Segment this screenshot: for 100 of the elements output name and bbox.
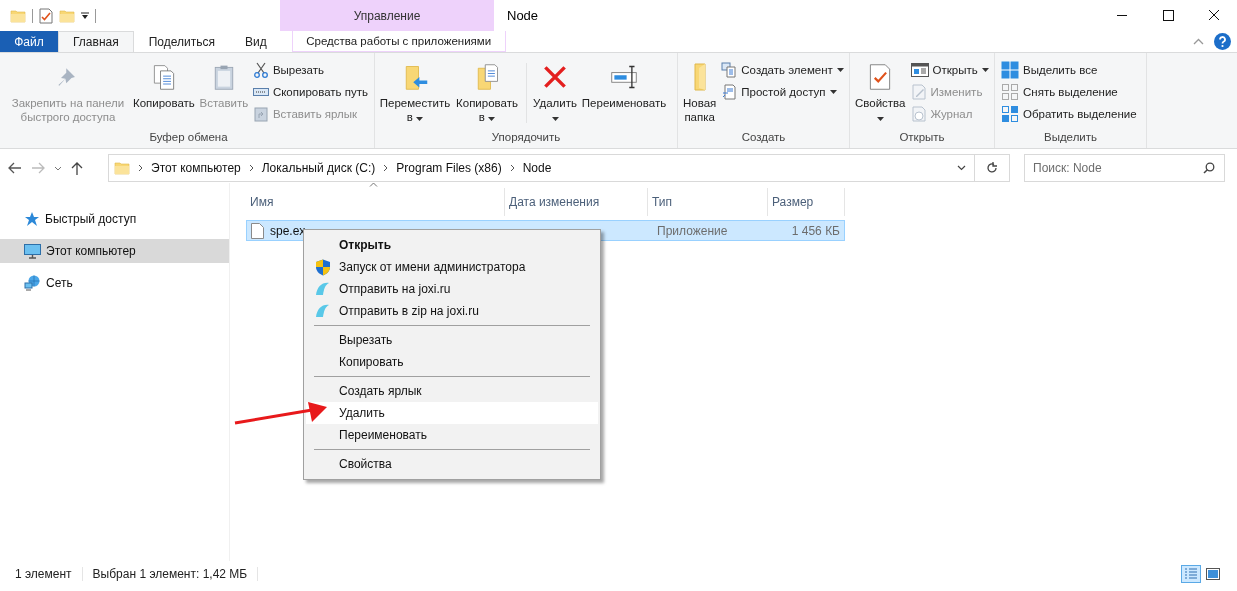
folder-icon — [114, 160, 130, 176]
pencil-document-icon — [910, 83, 927, 100]
ribbon-button[interactable]: Скопировать путь — [250, 82, 370, 101]
dropdown-caret-icon — [836, 67, 844, 72]
column-header[interactable]: Тип — [648, 188, 768, 216]
scissors-icon — [252, 61, 269, 78]
breadcrumb-item[interactable]: Этот компьютер — [151, 161, 241, 175]
ribbon-button[interactable]: Создать элемент — [719, 60, 846, 79]
ribbon-tab[interactable]: Средства работы с приложениями — [291, 31, 506, 52]
status-text: 1 элемент — [15, 567, 83, 581]
menu-item[interactable]: Открыть — [306, 234, 598, 256]
ribbon-tab[interactable]: Главная — [58, 31, 134, 52]
menu-item[interactable]: Создать ярлык — [306, 380, 598, 402]
ribbon-tab[interactable]: Файл — [0, 31, 58, 52]
chevron-icon — [509, 164, 515, 172]
menu-item[interactable]: Переименовать — [306, 424, 598, 446]
checker-grid-icon — [1001, 104, 1019, 123]
ribbon-tab[interactable]: Вид — [229, 31, 282, 52]
dropdown-caret-icon — [829, 89, 837, 94]
group-label: Выделить — [1042, 130, 1099, 145]
folder-icon — [693, 63, 706, 91]
ribbon-button[interactable]: Переименовать — [580, 57, 668, 110]
file-size: 1 456 КБ — [790, 222, 841, 240]
file-name: spe.ex — [270, 223, 306, 238]
bird-icon — [315, 281, 330, 296]
dropdown-caret-icon — [416, 117, 424, 121]
status-text: Выбран 1 элемент: 1,42 МБ — [92, 567, 259, 581]
collapse-ribbon-icon[interactable] — [1193, 38, 1204, 45]
help-icon[interactable] — [1214, 33, 1231, 50]
breadcrumb-item[interactable]: Program Files (x86) — [396, 161, 502, 175]
column-header[interactable]: Дата изменения — [505, 188, 648, 216]
document-icon — [721, 83, 738, 100]
ribbon-button[interactable]: Простой доступ — [719, 82, 846, 101]
back-icon[interactable] — [8, 162, 22, 174]
breadcrumb-item[interactable]: Локальный диск (C:) — [261, 161, 376, 175]
window-title: Node — [507, 8, 540, 23]
new-item-icon — [721, 61, 738, 78]
search-icon[interactable] — [1203, 162, 1215, 174]
star-icon — [24, 211, 40, 227]
recent-caret-icon[interactable] — [54, 165, 62, 171]
dropdown-caret-icon — [551, 117, 559, 121]
menu-item[interactable]: Отправить на joxi.ru — [306, 278, 598, 300]
file-icon — [251, 222, 264, 239]
nav-item[interactable]: Сеть — [0, 271, 229, 295]
column-header[interactable]: Имя — [246, 188, 505, 216]
empty-grid-icon — [1001, 82, 1019, 101]
chevron-icon — [248, 164, 254, 172]
refresh-icon[interactable] — [986, 162, 998, 174]
ribbon-button[interactable]: Переместить в — [379, 57, 451, 124]
customize-caret-icon[interactable] — [81, 11, 89, 20]
computer-icon — [24, 243, 41, 259]
group-label: Буфер обмена — [148, 130, 229, 145]
ribbon-button[interactable]: Удалить — [532, 57, 578, 124]
nav-item[interactable]: Этот компьютер — [0, 239, 229, 263]
address-bar[interactable]: Этот компьютер Локальный диск (C:) Program Files (x86) Node — [108, 154, 1010, 182]
menu-item[interactable]: Вырезать — [306, 329, 598, 351]
ribbon-button[interactable]: Свойства — [854, 57, 907, 124]
menu-item[interactable]: Запуск от имени администратора — [306, 256, 598, 278]
shield-icon — [315, 259, 331, 276]
dropdown-caret-icon — [876, 117, 884, 121]
up-icon[interactable] — [71, 161, 83, 175]
search-field[interactable]: Поиск: Node — [1024, 154, 1225, 182]
column-header[interactable]: Размер — [768, 188, 845, 216]
nav-item[interactable]: Быстрый доступ — [0, 207, 229, 231]
clock-document-icon — [910, 105, 927, 122]
file-type: Приложение — [656, 222, 729, 240]
ribbon-button[interactable]: Открыть — [908, 60, 991, 79]
folder-icon — [10, 7, 26, 24]
ribbon-button[interactable]: Снять выделение — [999, 82, 1139, 101]
ribbon-button[interactable]: Обратить выделение — [999, 104, 1139, 123]
properties-icon[interactable] — [39, 7, 53, 24]
menu-item[interactable]: Копировать — [306, 351, 598, 373]
dropdown-caret-icon — [981, 67, 989, 72]
shortcut-icon — [252, 105, 269, 122]
group-label: Открыть — [898, 130, 946, 145]
ribbon-button[interactable]: Выделить все — [999, 60, 1139, 79]
ribbon-button[interactable]: Новая папка — [682, 57, 718, 124]
breadcrumb-item[interactable]: Node — [522, 161, 552, 175]
window-icon — [910, 62, 929, 77]
ribbon-button[interactable]: Копировать в — [453, 57, 521, 124]
chevron-icon — [138, 164, 143, 172]
ribbon-button[interactable]: Копировать — [130, 57, 197, 110]
menu-item[interactable]: Свойства — [306, 453, 598, 475]
group-label: Создать — [740, 130, 787, 145]
bird-icon — [315, 303, 330, 318]
group-label: Упорядочить — [490, 130, 562, 145]
sort-caret-icon — [369, 182, 378, 187]
network-icon — [24, 275, 41, 291]
ribbon-tab[interactable]: Поделиться — [133, 31, 230, 52]
menu-item[interactable]: Удалить — [306, 402, 598, 424]
menu-item[interactable]: Отправить в zip на joxi.ru — [306, 300, 598, 322]
thumbnails-view-button[interactable] — [1203, 565, 1223, 583]
chevron-icon — [383, 164, 389, 172]
new-folder-icon — [59, 7, 75, 24]
dropdown-caret-icon — [488, 117, 496, 121]
dropdown-caret-icon[interactable] — [956, 165, 966, 171]
grid-icon — [1001, 60, 1019, 79]
contextual-tab-header: Управление — [280, 0, 494, 31]
ribbon-button[interactable]: Вырезать — [250, 60, 370, 79]
text-field-icon — [608, 63, 640, 91]
